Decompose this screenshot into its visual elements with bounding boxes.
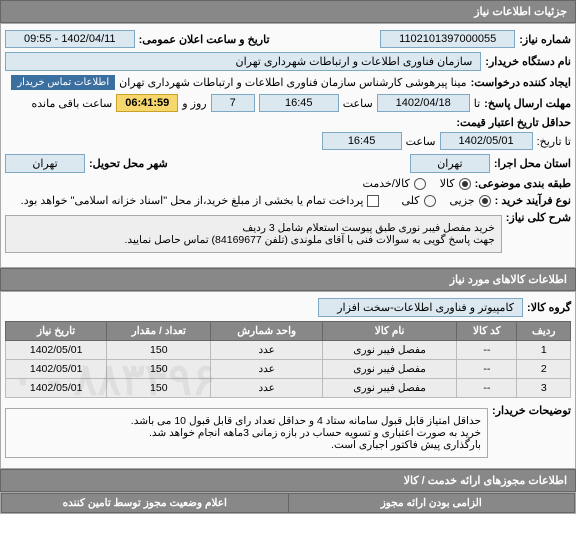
cell-unit: عدد [211,341,323,360]
validity-hour-value: 16:45 [322,132,402,150]
category-radio-group: کالا کالا/خدمت [363,177,471,190]
col-name: نام کالا [322,322,456,341]
cell-date: 1402/05/01 [6,360,107,379]
radio-partial-label: جزیی [450,194,475,207]
cell-qty: 150 [107,341,211,360]
cell-code: -- [457,341,517,360]
cell-name: مفصل فیبر نوری [322,341,456,360]
and-label: روز و [182,97,206,110]
need-no-label: شماره نیاز: [519,33,571,46]
buyer-org-value: سازمان فناوری اطلاعات و ارتباطات شهرداری… [5,52,481,71]
cell-qty: 150 [107,360,211,379]
announce-dt-label: تاریخ و ساعت اعلان عمومی: [139,33,270,46]
days-left-value: 7 [211,94,255,112]
need-info-header: جزئیات اطلاعات نیاز [0,0,576,23]
col-unit: واحد شمارش [211,322,323,341]
radio-partial[interactable] [479,195,491,207]
reply-date-value: 1402/04/18 [377,94,470,112]
payment-checkbox[interactable] [367,195,379,207]
buyer-notes-label: توضیحات خریدار: [492,404,571,417]
buyer-org-label: نام دستگاه خریدار: [485,55,571,68]
announce-dt-value: 1402/04/11 - 09:55 [5,30,135,48]
col-row: ردیف [517,322,571,341]
cell-code: -- [457,360,517,379]
to-date-label: تا تاریخ: [537,135,571,148]
reply-hour-value: 16:45 [259,94,339,112]
exec-province-value: تهران [410,154,490,173]
hour-label-2: ساعت [406,135,436,148]
radio-goods-label: کالا [440,177,455,190]
permits-info-header: اطلاعات مجوزهای ارائه خدمت / کالا [0,469,576,492]
validity-date-value: 1402/05/01 [440,132,533,150]
payment-note-label: پرداخت تمام یا بخشی از مبلغ خرید،از محل … [21,194,364,207]
validity-min-label: حداقل تاریخ اعتبار قیمت: [456,116,571,129]
category-label: طبقه بندی موضوعی: [475,177,571,190]
cell-row: 3 [517,379,571,398]
contact-info-button[interactable]: اطلاعات تماس خریدار [11,75,115,90]
cell-row: 2 [517,360,571,379]
goods-info-panel: ۸۸۳۴۹۶ - ۰ گروه کالا: کامپیوتر و فناوری … [0,291,576,469]
requester-label: ایجاد کننده درخواست: [471,76,571,89]
col-qty: تعداد / مقدار [107,322,211,341]
col-date: تاریخ نیاز [6,322,107,341]
table-row: 2--مفصل فیبر نوریعدد1501402/05/01 [6,360,571,379]
cell-unit: عدد [211,360,323,379]
hour-label-1: ساعت [343,97,373,110]
need-info-panel: شماره نیاز: 1102101397000055 تاریخ و ساع… [0,23,576,268]
radio-goods[interactable] [459,178,471,190]
permit-col-status: اعلام وضعیت مجوز توسط تامین کننده [2,494,289,513]
cell-date: 1402/05/01 [6,379,107,398]
goods-table: ردیف کد کالا نام کالا واحد شمارش تعداد /… [5,321,571,398]
need-title-label: شرح کلی نیاز: [506,211,571,224]
permit-col-right: الزامی بودن ارائه مجوز [288,494,575,513]
radio-full-label: کلی [401,194,419,207]
goods-group-label: گروه کالا: [527,301,571,314]
timer-value: 06:41:59 [116,94,178,112]
to-label: تا [474,97,480,110]
cell-name: مفصل فیبر نوری [322,379,456,398]
table-row: 3--مفصل فیبر نوریعدد1501402/05/01 [6,379,571,398]
radio-service-label: کالا/خدمت [363,177,410,190]
radio-full[interactable] [424,195,436,207]
cell-qty: 150 [107,379,211,398]
remaining-label: ساعت باقی مانده [32,97,113,110]
deliver-city-label: شهر محل تحویل: [89,157,168,170]
process-type-label: نوع فرآیند خرید : [495,194,571,207]
reply-deadline-label: مهلت ارسال پاسخ: [484,97,571,110]
table-row: 1--مفصل فیبر نوریعدد1501402/05/01 [6,341,571,360]
need-desc-value: خرید مفصل فیبر نوری طبق پیوست استعلام شا… [5,215,502,253]
deliver-city-value: تهران [5,154,85,173]
goods-group-value: کامپیوتر و فناوری اطلاعات-سخت افزار [318,298,523,317]
radio-service[interactable] [414,178,426,190]
cell-name: مفصل فیبر نوری [322,360,456,379]
goods-info-header: اطلاعات کالاهای مورد نیاز [0,268,576,291]
col-code: کد کالا [457,322,517,341]
cell-unit: عدد [211,379,323,398]
cell-code: -- [457,379,517,398]
cell-date: 1402/05/01 [6,341,107,360]
buyer-notes-value: حداقل امتیاز قابل قبول سامانه ستاد 4 و ح… [5,408,488,458]
process-radio-group: جزیی کلی [401,194,490,207]
requester-value: مینا پیرهوشی کارشناس سازمان فناوری اطلاع… [119,76,466,89]
exec-province-label: استان محل اجرا: [494,157,571,170]
need-no-value: 1102101397000055 [380,30,515,48]
cell-row: 1 [517,341,571,360]
permits-info-panel: الزامی بودن ارائه مجوز اعلام وضعیت مجوز … [0,492,576,514]
